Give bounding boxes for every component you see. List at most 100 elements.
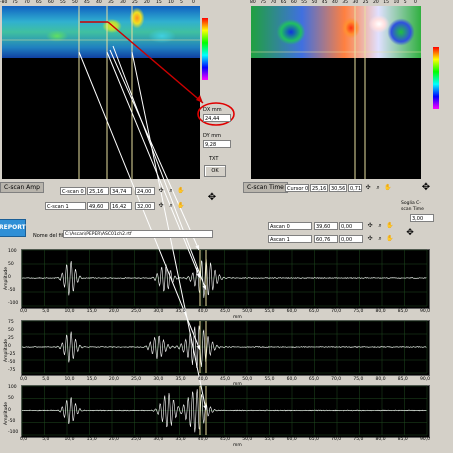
pan-hand-icon[interactable]: ✋ [177,187,185,194]
left-cscan-x-tick: 25 [132,0,138,5]
dy-value: 9,28 [203,140,231,148]
right-cursor-v3[interactable]: 0,71 [348,184,362,192]
right-cscan-x-tick: 15 [383,0,389,5]
scope-x-tick: 40,0 [197,309,208,314]
ascan1-name[interactable]: Ascan 1 [268,235,312,243]
nav-pad-icon[interactable]: ✥ [400,228,420,239]
cscan1-v1[interactable]: 49,60 [87,202,109,210]
scope-x-tick: 10,0 [64,437,75,442]
crosshair-icon[interactable]: ✣ [157,202,165,209]
ascan1-v2[interactable]: 0,00 [339,235,363,243]
right-cscan-x-tick: 30 [352,0,359,5]
cscan0-name[interactable]: C-scan 0 [60,187,86,195]
left-cscan-x-tick: -80 [0,0,8,5]
scope-x-tick: 5,0 [42,377,50,382]
scope-x-tick: 65,0 [308,437,319,442]
dx-value: 24,44 [203,114,231,122]
cscan0-v1[interactable]: 25,16 [87,187,109,195]
crosshair-icon[interactable]: ✣ [157,187,165,194]
scope-y-tick: 50 [8,396,14,402]
right-cursor-v2[interactable]: 30,56 [329,184,347,192]
scope-x-tick: 70,0 [331,309,342,314]
right-cursor-v1[interactable]: 25,16 [310,184,328,192]
ok-button[interactable]: OK [204,165,226,177]
scope-x-tick: 65,0 [308,309,319,314]
ascan0-name[interactable]: Ascan 0 [268,222,312,230]
scope-x-tick: 35,0 [175,437,186,442]
left-cscan-x-tick: 45 [84,0,90,5]
scope-x-tick: 40,0 [197,437,208,442]
right-cscan-x-tick: 35 [342,0,348,5]
cscan0-v2[interactable]: 34,74 [110,187,132,195]
zoom-icon[interactable]: ⌕ [167,187,175,194]
tab-cscan-time[interactable]: C-scan Time [243,182,288,193]
left-cscan-x-tick: 60 [48,0,54,5]
ascan0-v2[interactable]: 0,00 [339,222,363,230]
right-cscan-x-tick: 50 [311,0,318,5]
scope-x-tick: 20,0 [108,377,119,382]
scope-x-tick: 25,0 [131,377,142,382]
scope-x-tick: 60,0 [286,377,297,382]
soglia-value[interactable]: 3,00 [410,214,434,222]
scope-x-tick: 60,0 [286,309,297,314]
scope-x-unit: mm [233,315,242,320]
right-cscan-x-tick: 5 [403,0,407,5]
zoom-icon[interactable]: ⌕ [376,235,384,242]
ascan1-v1[interactable]: 60,76 [314,235,338,243]
scope-x-tick: 25,0 [131,309,142,314]
crosshair-icon[interactable]: ✣ [366,222,374,229]
zoom-icon[interactable]: ⌕ [167,202,175,209]
scope-x-tick: 15,0 [86,437,97,442]
cscan1-v3[interactable]: 32,00 [135,202,155,210]
pan-hand-icon[interactable]: ✋ [384,184,392,191]
tab-cscan-amp[interactable]: C-scan Amp [0,182,44,193]
left-cscan-x-tick: 30 [120,0,126,5]
txt-label: TXT [209,156,219,162]
scope-y-tick: -100 [8,430,19,435]
right-cscan-x-tick: 20 [373,0,379,5]
pan-hand-icon[interactable]: ✋ [177,202,185,209]
zoom-icon[interactable]: ⌕ [374,184,382,191]
scope-y-tick: 50 [8,328,14,333]
scope-x-tick: 80,0 [375,377,386,382]
ascan-trace [21,325,427,369]
scope-x-tick: 35,0 [175,309,186,314]
scope2-ylabel: Amplitude [4,338,9,362]
file-path-field[interactable]: C:\Ascan\PEPER\ASC01ch2.rtf [63,230,213,238]
pan-hand-icon[interactable]: ✋ [386,235,394,242]
scope-x-tick: 0,0 [20,377,28,382]
cscan0-v3[interactable]: 24,00 [135,187,155,195]
report-button[interactable]: REPORT [0,219,26,237]
left-cscan-x-tick: 10 [168,0,174,5]
left-cscan-x-tick: 40 [96,0,102,5]
nav-pad-icon[interactable]: ✥ [414,182,438,194]
cscan1-name[interactable]: C-scan 1 [45,202,86,210]
scope1-ylabel: Amplitude [4,266,9,290]
crosshair-icon[interactable]: ✣ [364,184,372,191]
scope3-ylabel: Amplitude [4,401,9,425]
scope-x-tick: 50,0 [242,309,253,314]
scope-x-tick: 65,0 [308,377,319,382]
left-cscan-x-tick: 20 [144,0,150,5]
scope-x-tick: 55,0 [264,309,275,314]
nav-pad-icon[interactable]: ✥ [200,192,224,204]
cscan1-v2[interactable]: 16,42 [110,202,132,210]
dx-arrowhead [196,95,203,103]
scope-x-tick: 40,0 [197,377,208,382]
left-cscan-x-tick: 5 [180,0,183,5]
scope-x-tick: 85,0 [397,437,408,442]
dx-label: DX mm [203,107,222,113]
right-cursor-name[interactable]: Cursor 0 [285,184,309,192]
pan-hand-icon[interactable]: ✋ [386,222,394,229]
scope-x-tick: 75,0 [353,309,364,314]
zoom-icon[interactable]: ⌕ [376,222,384,229]
right-cscan-x-tick: 45 [321,0,328,5]
crosshair-icon[interactable]: ✣ [366,235,374,242]
scope-x-tick: 15,0 [86,309,97,314]
scope-x-tick: 20,0 [108,437,119,442]
ascan0-v1[interactable]: 39,60 [314,222,338,230]
annotation-arrow [78,51,201,351]
scope-x-unit: mm [233,382,242,387]
scope-x-tick: 60,0 [286,437,297,442]
left-cscan-x-tick: 0 [192,0,195,5]
